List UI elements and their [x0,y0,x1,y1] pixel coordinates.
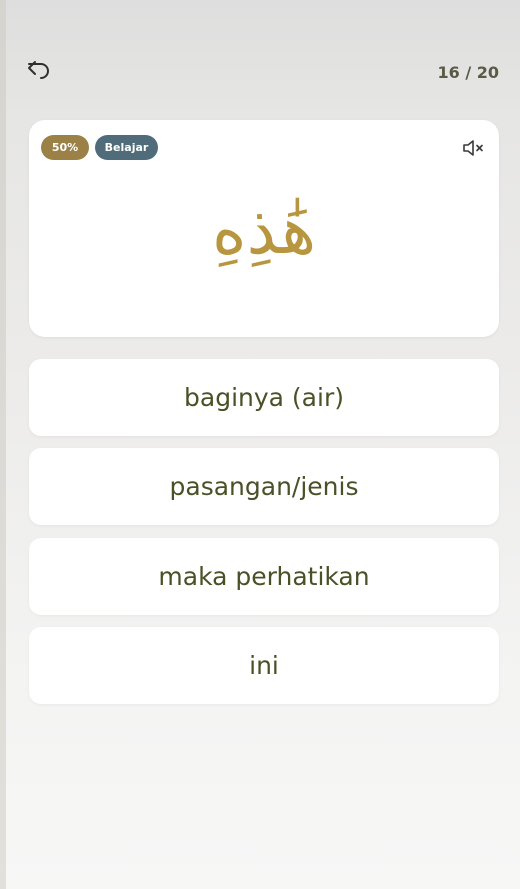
answer-option-2[interactable]: pasangan/jenis [29,448,499,525]
answer-option-4[interactable]: ini [29,627,499,704]
arabic-word: هَٰذِهِ [211,191,317,269]
answer-option-3[interactable]: maka perhatikan [29,538,499,615]
percent-badge: 50% [41,135,89,160]
top-bar: 16 / 20 [0,0,520,110]
window-edge [0,0,6,889]
back-button[interactable] [22,54,56,86]
answer-option-1[interactable]: baginya (air) [29,359,499,436]
question-counter: 16 / 20 [437,63,499,82]
undo-arrow-icon [28,61,49,79]
question-card: 50% Belajar هَٰذِهِ [29,120,499,337]
speaker-muted-icon [463,140,483,156]
mode-badge: Belajar [95,135,158,160]
mute-button[interactable] [461,137,485,159]
